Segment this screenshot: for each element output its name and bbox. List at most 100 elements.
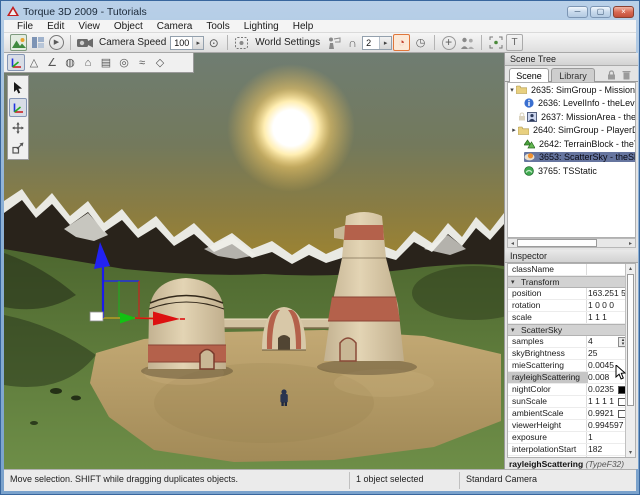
menu-file[interactable]: File [10, 21, 40, 32]
add-icon: + [441, 35, 456, 50]
play-icon: ▶ [49, 35, 64, 50]
inspector-row: nightColor 0.0235 [508, 384, 635, 396]
river-editor-icon: ≈ [138, 56, 146, 69]
tree-item-missionarea[interactable]: 2637: MissionArea - theMis [508, 110, 635, 124]
layout-button[interactable] [29, 34, 46, 51]
status-camera-mode: Standard Camera [466, 474, 538, 484]
time-button[interactable]: ◷ [412, 34, 429, 51]
snapshot-button[interactable] [233, 34, 250, 51]
app-window: Torque 3D 2009 - Tutorials ─ ▢ × File Ed… [0, 0, 640, 495]
visibility-button[interactable]: ⊙ [205, 34, 222, 51]
inspector-scrollbar[interactable]: ▴ ▾ [625, 264, 635, 457]
terrain-editor-icon: △ [29, 57, 39, 69]
trash-icon[interactable] [622, 70, 631, 80]
material-editor-button[interactable]: ◍ [61, 54, 79, 71]
dropdown-arrow-icon[interactable]: ▸ [379, 36, 392, 49]
bounds-toggle-button[interactable] [487, 34, 504, 51]
move-gizmo-icon [11, 58, 21, 68]
lock-icon[interactable] [607, 70, 616, 80]
terrain-painter-button[interactable]: ∠ [43, 54, 61, 71]
time-of-day-button[interactable]: ◔ [393, 34, 411, 51]
mesh-road-editor-button[interactable]: ◇ [151, 54, 169, 71]
info-icon [524, 98, 534, 108]
tab-library[interactable]: Library [551, 68, 595, 82]
move-axes-icon [13, 103, 23, 113]
inspector-row: interpolationStart 182 [508, 444, 635, 456]
player-camera-button[interactable] [325, 34, 342, 51]
tree-item-terrainblock[interactable]: 2642: TerrainBlock - theTerrain [508, 137, 635, 151]
add-object-button[interactable]: + [440, 34, 457, 51]
snap-size-value: 2 [366, 37, 372, 48]
close-button[interactable]: × [613, 5, 634, 18]
scrollbar-thumb[interactable] [627, 274, 634, 406]
title-bar[interactable]: Torque 3D 2009 - Tutorials ─ ▢ × [4, 3, 636, 20]
eye-icon: ⊙ [208, 35, 219, 50]
collapse-arrow-icon: ▾ [511, 327, 515, 334]
menu-lighting[interactable]: Lighting [237, 21, 286, 32]
tree-item-tsstatic[interactable]: 3765: TSStatic [508, 164, 635, 178]
minimize-button[interactable]: ─ [567, 5, 588, 18]
terrain-editor-button[interactable]: △ [25, 54, 43, 71]
menu-object[interactable]: Object [107, 21, 150, 32]
menu-camera[interactable]: Camera [150, 21, 200, 32]
camera-speed-dropdown[interactable]: 100 ▸ [170, 35, 205, 50]
viewport-3d[interactable]: △ ∠ ◍ ⌂ ▤ ◎ ≈ ◇ [4, 53, 504, 469]
object-editor-button[interactable] [7, 54, 25, 71]
material-editor-icon: ◍ [65, 57, 75, 69]
tree-horizontal-scrollbar[interactable]: ◂ ▸ [507, 238, 636, 248]
text-tool-button[interactable]: T [506, 34, 524, 51]
road-editor-button[interactable]: ◎ [115, 54, 133, 71]
menu-view[interactable]: View [71, 21, 107, 32]
status-divider [459, 472, 460, 489]
editor-toolbar: △ ∠ ◍ ⌂ ▤ ◎ ≈ ◇ [4, 53, 194, 73]
menu-help[interactable]: Help [286, 21, 321, 32]
stepper-down-icon[interactable]: ▾ [622, 341, 625, 347]
select-tool-button[interactable] [9, 78, 27, 97]
status-divider [349, 472, 350, 489]
toolbar-separator [481, 35, 483, 50]
inspector-section-scattersky[interactable]: ▾ ScatterSky [508, 324, 635, 336]
tree-item-simgroup-missiongroup[interactable]: ▾ 2635: SimGroup - MissionGroup [508, 83, 635, 97]
mouse-cursor [615, 365, 626, 380]
folder-icon [516, 85, 527, 95]
scale-icon [12, 142, 24, 154]
tree-item-scattersky[interactable]: 3653: ScatterSky - theSky [508, 151, 635, 165]
play-button[interactable]: ▶ [48, 34, 65, 51]
scroll-right-icon[interactable]: ▸ [626, 240, 635, 247]
snap-button[interactable]: ∩ [344, 34, 361, 51]
scroll-up-icon[interactable]: ▴ [626, 265, 635, 272]
inspector-section-transform[interactable]: ▾ Transform [508, 276, 635, 288]
tree-item-simgroup-playerdrop[interactable]: ▸ 2640: SimGroup - PlayerDropP [508, 124, 635, 138]
selection-bounds-icon [489, 36, 503, 49]
tree-item-levelinfo[interactable]: 2636: LevelInfo - theLevelInfo [508, 97, 635, 111]
shape-icon [524, 165, 534, 176]
scene-tree-tabs: Scene Library [505, 66, 638, 82]
folder-icon [518, 126, 529, 135]
inspector-row: className [508, 264, 635, 276]
inspector-row: position163.251 533 [508, 288, 635, 300]
scroll-left-icon[interactable]: ◂ [508, 240, 517, 247]
menu-edit[interactable]: Edit [40, 21, 71, 32]
scale-tool-button[interactable] [9, 138, 27, 157]
menu-tools[interactable]: Tools [199, 21, 236, 32]
snap-size-spinner[interactable]: 2 ▸ [362, 35, 393, 50]
river-editor-button[interactable]: ≈ [133, 54, 151, 71]
players-icon [461, 37, 475, 49]
players-button[interactable] [459, 34, 476, 51]
datablock-editor-button[interactable]: ⌂ [79, 54, 97, 71]
move-tool-button[interactable] [9, 98, 27, 117]
terrain-painter-icon: ∠ [47, 57, 57, 69]
inspector-row: sunScale 1 1 1 1 [508, 396, 635, 408]
dropdown-arrow-icon[interactable]: ▸ [192, 36, 204, 49]
expand-arrow-icon[interactable]: ▸ [510, 126, 518, 134]
clock-icon: ◷ [415, 37, 426, 49]
scroll-down-icon[interactable]: ▾ [626, 449, 635, 456]
rotate-tool-button[interactable] [9, 118, 27, 137]
collapse-arrow-icon[interactable]: ▾ [508, 86, 516, 94]
maximize-button[interactable]: ▢ [590, 5, 611, 18]
scrollbar-thumb[interactable] [517, 239, 597, 247]
tab-scene[interactable]: Scene [509, 68, 549, 82]
decal-editor-button[interactable]: ▤ [97, 54, 115, 71]
scene-mode-button[interactable] [10, 34, 27, 51]
clock-active-icon: ◔ [398, 36, 405, 49]
